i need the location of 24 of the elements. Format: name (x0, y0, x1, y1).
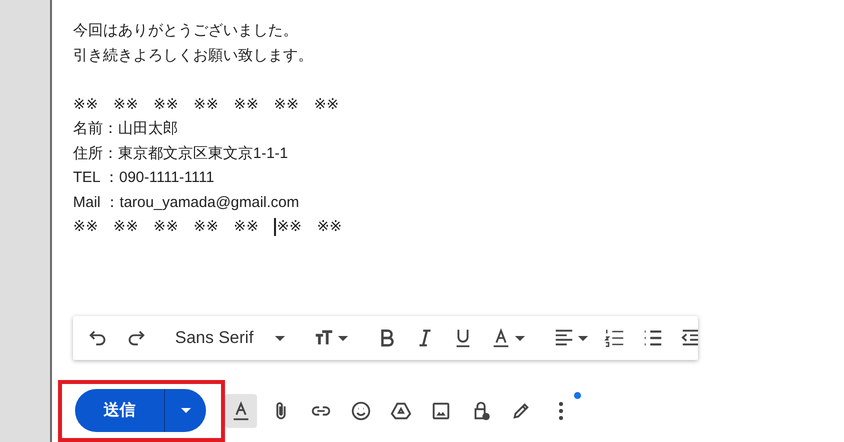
numbered-list-icon[interactable] (604, 327, 626, 350)
body-text-line: TEL ：090-1111-1111 (73, 168, 216, 188)
body-text-line: ※※ ※※ ※※ ※※ ※※ (73, 217, 260, 237)
image-icon (430, 400, 452, 422)
text-format-button[interactable] (225, 394, 257, 428)
caret-icon (275, 336, 286, 341)
smiley-icon (350, 400, 372, 422)
caret-icon (180, 408, 190, 413)
body-text-line: 名前：山田太郎 (73, 119, 179, 139)
send-button[interactable]: 送信 (75, 389, 165, 432)
body-text-line: 住所：東京都文京区東文京1-1-1 (73, 144, 290, 164)
caret-icon[interactable] (338, 336, 348, 341)
body-text-line: 引き続きよろしくお願い致します。 (73, 46, 314, 66)
send-options-button[interactable] (165, 389, 206, 432)
triangle-icon (390, 400, 412, 422)
font-dropdown[interactable]: Sans Serif (167, 328, 294, 348)
body-text-line: ※※ ※※ ※※ ※※ ※※ ※※ ※※ (73, 94, 340, 114)
more-icon (559, 402, 563, 420)
caret-icon[interactable] (515, 336, 526, 341)
caret-icon[interactable] (578, 336, 588, 341)
body-text-line: Mail ：tarou_yamada@gmail.com (73, 192, 300, 212)
body-text-line: 今回はありがとうございました。 (73, 21, 299, 41)
text-cursor (274, 218, 276, 236)
body-text-line: ※※ ※※ (276, 217, 342, 237)
